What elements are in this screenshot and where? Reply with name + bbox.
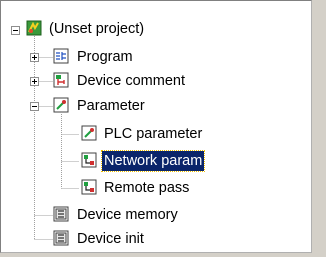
collapse-parameter-icon[interactable] — [30, 102, 39, 111]
collapse-root-icon[interactable] — [11, 26, 20, 35]
expand-device-comment-icon[interactable] — [30, 77, 39, 86]
tree-item-label: Device comment — [77, 73, 185, 89]
panel-edge — [312, 0, 326, 257]
tree-item-label: Program — [77, 49, 133, 65]
tree-item-label: PLC parameter — [104, 126, 203, 142]
tree-item-label-selected: Network param — [100, 150, 206, 172]
expand-program-icon[interactable] — [30, 53, 39, 62]
remote-pass-icon — [81, 179, 97, 195]
device-memory-icon — [53, 206, 69, 222]
tree-item-label: Device memory — [77, 207, 178, 223]
network-param-icon — [81, 152, 97, 168]
parameter-icon — [53, 97, 69, 113]
device-comment-icon — [53, 72, 69, 88]
project-icon — [26, 20, 42, 36]
program-icon — [53, 48, 69, 64]
device-init-icon — [53, 230, 69, 246]
plc-parameter-icon — [81, 125, 97, 141]
tree-item-label: Device init — [77, 231, 144, 247]
tree-root-label: (Unset project) — [49, 21, 145, 37]
tree-item-label: Parameter — [77, 98, 145, 114]
tree-item-label: Remote pass — [104, 180, 190, 196]
project-tree[interactable]: (Unset project) Program Device comment P… — [0, 0, 312, 253]
